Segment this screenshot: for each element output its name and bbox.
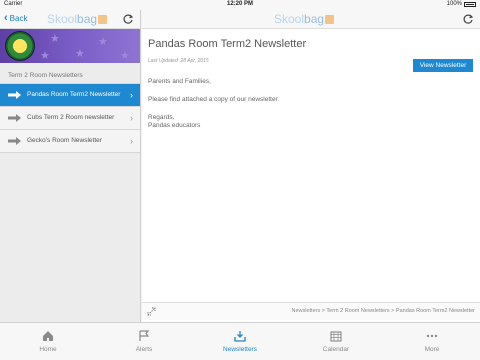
tab-home[interactable]: Home (0, 323, 96, 360)
arrow-right-icon (8, 114, 21, 122)
star-icon: ★ (98, 36, 108, 48)
battery-status: 100% (447, 1, 476, 7)
app-logo: Skool bag (47, 12, 108, 26)
back-button[interactable]: ‹ Back (4, 13, 27, 24)
tab-bar: Home Alerts Newsletters Calendar More (0, 322, 480, 360)
body-paragraph: Parents and Families, (148, 78, 211, 85)
arrow-right-icon (8, 137, 21, 145)
download-icon (234, 331, 246, 342)
list-item-cubs[interactable]: Cubs Term 2 Room newsletter › (0, 107, 140, 130)
clock: 12:20 PM (226, 1, 253, 7)
detail-footer: Newsletters > Term 2 Room Newsletters > … (142, 302, 480, 320)
home-icon (43, 331, 53, 341)
body-paragraph: Pandas educators (148, 122, 201, 129)
tab-label: Calendar (322, 346, 350, 353)
tab-more[interactable]: More (384, 323, 480, 360)
expand-icon[interactable] (147, 307, 156, 316)
list-item-label: Gecko's Room Newsletter (27, 137, 102, 144)
star-icon: ★ (50, 33, 60, 45)
last-updated: Last Updated: 28 Apr, 2015 (148, 58, 209, 64)
chevron-left-icon: ‹ (4, 12, 8, 24)
brand-part2: bag (77, 12, 98, 26)
tab-label: More (424, 346, 440, 353)
chevron-right-icon: › (130, 113, 133, 123)
newsletter-list: Pandas Room Term2 Newsletter › Cubs Term… (0, 83, 140, 153)
list-item-label: Pandas Room Term2 Newsletter (27, 91, 121, 98)
battery-percent: 100% (446, 1, 462, 7)
bag-icon (98, 14, 108, 24)
tab-label: Alerts (135, 346, 153, 353)
breadcrumb: Newsletters > Term 2 Room Newsletters > … (291, 308, 475, 314)
list-item-pandas[interactable]: Pandas Room Term2 Newsletter › (0, 84, 140, 107)
calendar-icon (330, 331, 342, 342)
tab-alerts[interactable]: Alerts (96, 323, 192, 360)
article-body: Parents and Families, Please find attach… (148, 78, 468, 130)
detail-pane: Skool bag Pandas Room Term2 Newsletter La… (142, 10, 480, 322)
school-logo (5, 31, 35, 61)
arrow-right-icon (8, 91, 21, 99)
app-logo: Skool bag (274, 12, 335, 26)
tab-calendar[interactable]: Calendar (288, 323, 384, 360)
body-paragraph: Please find attached a copy of our newsl… (148, 96, 280, 103)
star-icon: ★ (75, 48, 85, 60)
tab-label: Newsletters (223, 346, 257, 353)
brand-part2: bag (304, 12, 325, 26)
more-icon (426, 334, 438, 338)
flag-icon (139, 330, 150, 341)
battery-icon (464, 1, 476, 7)
back-label: Back (9, 14, 28, 23)
sidebar-header: ‹ Back Skool bag (0, 10, 140, 29)
status-bar: Carrier 12:20 PM 100% (0, 0, 480, 10)
tab-label: Home (39, 346, 57, 353)
detail-header: Skool bag (142, 10, 480, 29)
chevron-right-icon: › (130, 90, 133, 100)
refresh-icon[interactable] (462, 13, 474, 25)
bag-icon (325, 14, 335, 24)
brand-part1: Skool (274, 12, 305, 26)
sidebar: ‹ Back Skool bag ★ ★ ★ ★ ★ Term 2 Room Ne… (0, 10, 141, 322)
section-heading: Term 2 Room Newsletters (8, 72, 83, 79)
body-paragraph: Regards, (148, 114, 175, 121)
view-newsletter-button[interactable]: View Newsletter (413, 59, 473, 72)
tab-newsletters[interactable]: Newsletters (192, 323, 288, 360)
star-icon: ★ (40, 50, 50, 62)
refresh-icon[interactable] (122, 13, 134, 25)
brand-part1: Skool (47, 12, 78, 26)
list-item-label: Cubs Term 2 Room newsletter (27, 114, 115, 121)
school-banner: ★ ★ ★ ★ ★ (0, 29, 140, 63)
star-icon: ★ (120, 50, 130, 62)
list-item-geckos[interactable]: Gecko's Room Newsletter › (0, 130, 140, 153)
page-title: Pandas Room Term2 Newsletter (148, 38, 307, 50)
chevron-right-icon: › (130, 136, 133, 146)
